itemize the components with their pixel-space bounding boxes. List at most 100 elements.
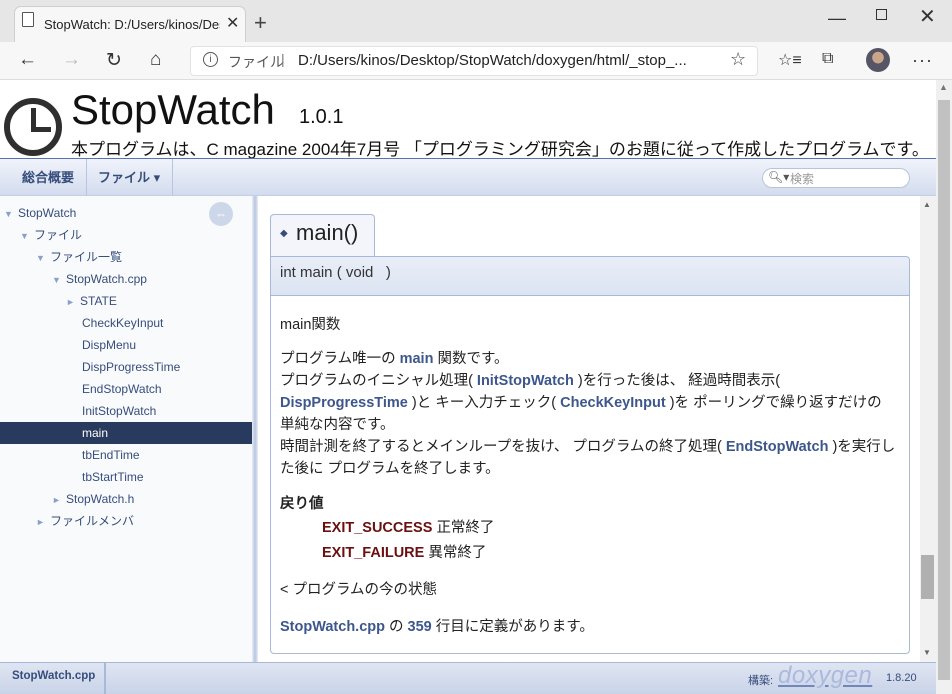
doc-text: 行目に定義があります。 bbox=[431, 619, 594, 635]
nav-item[interactable]: CheckKeyInput bbox=[68, 312, 163, 334]
scroll-up-icon[interactable]: ▲ bbox=[939, 82, 948, 92]
doc-paragraph-line: 単純な内容です。 bbox=[280, 417, 395, 433]
doxygen-logo[interactable]: doxygen bbox=[778, 662, 872, 690]
link-main[interactable]: main bbox=[400, 351, 434, 367]
expanded-arrow-icon[interactable]: ▼ bbox=[4, 203, 18, 225]
collections-icon[interactable]: ⧉ bbox=[822, 50, 833, 68]
nav-item-label: main bbox=[82, 426, 109, 440]
doc-text: )を行った後は、 経過時間表示( bbox=[573, 373, 781, 389]
link-def-file[interactable]: StopWatch.cpp bbox=[280, 619, 385, 635]
avatar-icon[interactable] bbox=[866, 48, 890, 72]
link-checkkeyinput[interactable]: CheckKeyInput bbox=[560, 395, 666, 411]
nav-item-label: DispProgressTime bbox=[82, 360, 181, 374]
expanded-arrow-icon[interactable]: ▼ bbox=[20, 225, 34, 247]
project-number: 1.0.1 bbox=[299, 106, 344, 128]
doc-text: )と キー入力チェック( bbox=[407, 395, 561, 411]
expanded-arrow-icon[interactable]: ▼ bbox=[52, 269, 66, 291]
nav-item[interactable]: ▼ StopWatch.cpp bbox=[52, 268, 147, 290]
nav-item[interactable]: ▼ StopWatch bbox=[4, 202, 76, 224]
window-close-icon[interactable]: ✕ bbox=[919, 4, 936, 29]
nav-item-label: tbStartTime bbox=[82, 470, 144, 484]
nav-item[interactable]: EndStopWatch bbox=[68, 378, 162, 400]
doc-text: 時間計測を終了するとメインループを抜け、 プログラムの終了処理( bbox=[280, 439, 726, 455]
doxygen-version: 1.8.20 bbox=[886, 672, 917, 684]
nav-item-label: ファイルメンバ bbox=[50, 514, 135, 528]
page-scrollbar-thumb[interactable] bbox=[938, 100, 950, 680]
nav-item[interactable]: tbEndTime bbox=[68, 444, 140, 466]
link-endstopwatch[interactable]: EndStopWatch bbox=[726, 439, 829, 455]
doc-text: 関数です。 bbox=[433, 351, 509, 367]
doc-text: )を実行し bbox=[828, 439, 896, 455]
definition-line: StopWatch.cpp の 359 行目に定義があります。 bbox=[280, 616, 594, 638]
nav-item-label: ファイル一覧 bbox=[50, 250, 123, 264]
nav-item[interactable]: ▼ ファイル一覧 bbox=[36, 246, 122, 268]
link-dispprogresstime[interactable]: DispProgressTime bbox=[280, 395, 408, 411]
menu-item-main[interactable]: 総合概要 bbox=[10, 159, 88, 196]
more-icon[interactable]: ··· bbox=[912, 50, 933, 71]
nav-item-label: CheckKeyInput bbox=[82, 316, 164, 330]
state-note: < プログラムの今の状態 bbox=[280, 582, 438, 598]
nav-item[interactable]: tbStartTime bbox=[68, 466, 144, 488]
doc-paragraph-line: DispProgressTime )と キー入力チェック( CheckKeyIn… bbox=[280, 392, 882, 414]
forward-icon[interactable]: → bbox=[62, 49, 81, 71]
back-icon[interactable]: ← bbox=[18, 49, 37, 71]
member-brief: main関数 bbox=[280, 317, 341, 333]
close-tab-icon[interactable]: ✕ bbox=[226, 13, 239, 33]
nav-item-label: EndStopWatch bbox=[82, 382, 162, 396]
address-url[interactable]: D:/Users/kinos/Desktop/StopWatch/doxygen… bbox=[298, 52, 687, 69]
nav-item[interactable]: ▼ ファイル bbox=[20, 224, 82, 246]
maximize-icon[interactable] bbox=[876, 9, 887, 20]
info-icon[interactable]: i bbox=[203, 52, 218, 67]
search-placeholder: 検索 bbox=[790, 172, 815, 186]
clock-hand bbox=[31, 127, 51, 132]
project-brief: 本プログラムは、C magazine 2004年7月号 「プログラミング研究会」… bbox=[71, 140, 929, 159]
retval-name: EXIT_SUCCESS bbox=[322, 520, 433, 536]
nav-item-label: tbEndTime bbox=[82, 448, 140, 462]
scroll-up-icon[interactable]: ▲ bbox=[923, 200, 931, 209]
nav-selected-highlight bbox=[0, 422, 252, 444]
diamond-icon: ◆ bbox=[280, 228, 288, 239]
expanded-arrow-icon[interactable]: ▼ bbox=[36, 247, 50, 269]
search-icon[interactable]: 🔍︎▾ bbox=[768, 170, 789, 184]
refresh-icon[interactable]: ↻ bbox=[106, 49, 122, 72]
address-scheme-label: ファイル bbox=[228, 54, 284, 70]
nav-item[interactable]: ► StopWatch.h bbox=[52, 488, 134, 510]
nav-item-label: DispMenu bbox=[82, 338, 137, 352]
doc-paragraph-line: た後に プログラムを終了します。 bbox=[280, 461, 500, 477]
scroll-down-icon[interactable]: ▼ bbox=[923, 648, 931, 657]
nav-item-label: ファイル bbox=[34, 228, 83, 242]
footer-path-arrow bbox=[96, 662, 106, 694]
nav-item[interactable]: DispMenu bbox=[68, 334, 136, 356]
new-tab-button[interactable]: + bbox=[254, 10, 267, 36]
nav-item-label: StopWatch bbox=[18, 206, 77, 220]
nav-item-label: StopWatch.cpp bbox=[66, 272, 147, 286]
nav-item[interactable]: DispProgressTime bbox=[68, 356, 180, 378]
nav-item-label: StopWatch.h bbox=[66, 492, 135, 506]
doc-paragraph-line: プログラムのイニシャル処理( InitStopWatch )を行った後は、 経過… bbox=[280, 370, 780, 392]
star-icon[interactable]: ☆ bbox=[730, 49, 746, 70]
nav-item[interactable]: ► STATE bbox=[66, 290, 117, 312]
doc-text: プログラム唯一の bbox=[280, 351, 400, 367]
home-icon[interactable]: ⌂ bbox=[150, 49, 161, 71]
nav-item[interactable]: main bbox=[68, 422, 108, 444]
tab-title: StopWatch: D:/Users/kinos/Desk bbox=[44, 17, 220, 32]
retval-desc: 異常終了 bbox=[428, 545, 487, 561]
nav-item-label: InitStopWatch bbox=[82, 404, 157, 418]
link-def-line[interactable]: 359 bbox=[408, 619, 432, 635]
project-name: StopWatch bbox=[71, 86, 275, 133]
nav-item[interactable]: InitStopWatch bbox=[68, 400, 156, 422]
menu-item-files[interactable]: ファイル ▾ bbox=[86, 159, 174, 196]
sync-icon[interactable]: ⇔ bbox=[209, 202, 233, 226]
doc-text: プログラムのイニシャル処理( bbox=[280, 373, 477, 389]
minimize-icon[interactable]: — bbox=[828, 8, 846, 29]
footer-path-item[interactable]: StopWatch.cpp bbox=[12, 670, 95, 682]
retval-desc: 正常終了 bbox=[436, 520, 495, 536]
link-initstopwatch[interactable]: InitStopWatch bbox=[477, 373, 574, 389]
nav-item[interactable]: ► ファイルメンバ bbox=[36, 510, 134, 532]
favorites-icon[interactable]: ☆≡ bbox=[778, 50, 802, 70]
retval-row: EXIT_FAILURE 異常終了 bbox=[322, 542, 486, 564]
collapsed-arrow-icon[interactable]: ► bbox=[36, 511, 50, 533]
collapsed-arrow-icon[interactable]: ► bbox=[66, 291, 80, 313]
content-scrollbar-thumb[interactable] bbox=[921, 555, 934, 599]
collapsed-arrow-icon[interactable]: ► bbox=[52, 489, 66, 511]
